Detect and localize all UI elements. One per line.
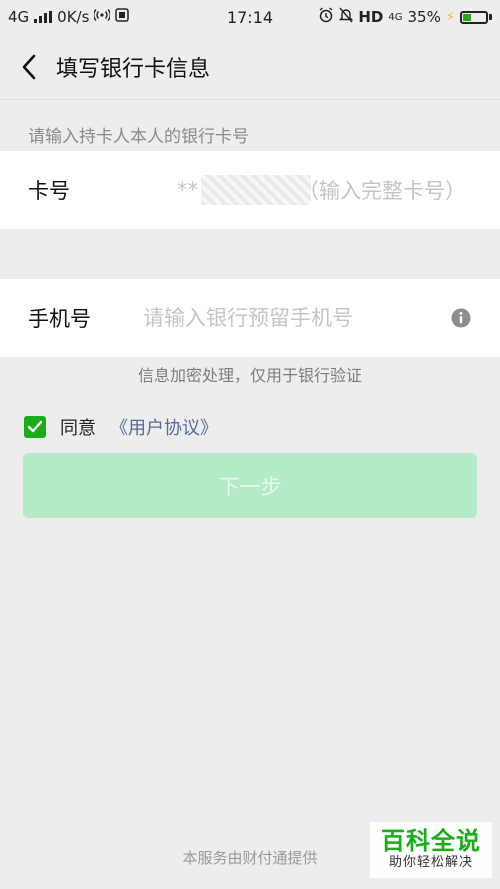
- phone-number-row[interactable]: 手机号: [0, 279, 500, 357]
- net-4g-label: 4G: [388, 11, 403, 23]
- back-arrow-icon[interactable]: [4, 42, 54, 92]
- secure-note: 信息加密处理，仅用于银行验证: [137, 366, 362, 385]
- battery-percent: 35%: [407, 8, 441, 26]
- card-number-input[interactable]: ** （输入完整卡号）: [143, 170, 500, 210]
- charging-icon: ⚡: [445, 9, 455, 25]
- battery-icon: [460, 10, 492, 24]
- status-bar: 4G 0K/s 17:14 HD 4G 35% ⚡: [0, 0, 500, 34]
- signal-icon: [34, 11, 53, 23]
- agree-checkbox[interactable]: [24, 416, 46, 438]
- checkmark-icon: [27, 420, 43, 433]
- watermark-subtitle: 助你轻松解决: [388, 855, 473, 870]
- card-number-masked-prefix: **: [177, 178, 198, 202]
- agree-label: 同意: [60, 418, 96, 439]
- card-number-row[interactable]: 卡号 ** （输入完整卡号）: [0, 151, 500, 229]
- network-type: 4G: [8, 8, 30, 26]
- phone-number-input[interactable]: [143, 306, 450, 330]
- navigation-header: 填写银行卡信息: [0, 34, 500, 100]
- alarm-icon: [318, 7, 334, 27]
- agreement-row: 同意 《用户协议》: [24, 414, 218, 440]
- page-title: 填写银行卡信息: [56, 56, 211, 82]
- mute-bell-icon: [339, 7, 354, 27]
- info-icon[interactable]: [450, 307, 472, 329]
- card-hint-text: 请输入持卡人本人的银行卡号: [28, 127, 249, 147]
- hd-label: HD: [358, 8, 384, 26]
- next-step-button[interactable]: 下一步: [23, 453, 477, 518]
- watermark-title: 百科全说: [381, 827, 481, 855]
- user-agreement-link[interactable]: 《用户协议》: [110, 414, 218, 440]
- notification-icon: [115, 8, 130, 26]
- card-number-placeholder: （输入完整卡号）: [298, 179, 466, 203]
- hotspot-icon: [93, 8, 112, 26]
- watermark-logo: 百科全说 助你轻松解决: [370, 822, 492, 878]
- status-right: HD 4G 35% ⚡: [318, 7, 500, 27]
- network-speed: 0K/s: [57, 8, 90, 26]
- status-left: 4G 0K/s: [0, 8, 130, 26]
- page: 4G 0K/s 17:14 HD 4G 35% ⚡ 填写银行卡信息 请输入持卡人…: [0, 0, 500, 889]
- redacted-block: [201, 175, 311, 205]
- card-number-label: 卡号: [28, 179, 70, 203]
- phone-number-label: 手机号: [28, 307, 91, 331]
